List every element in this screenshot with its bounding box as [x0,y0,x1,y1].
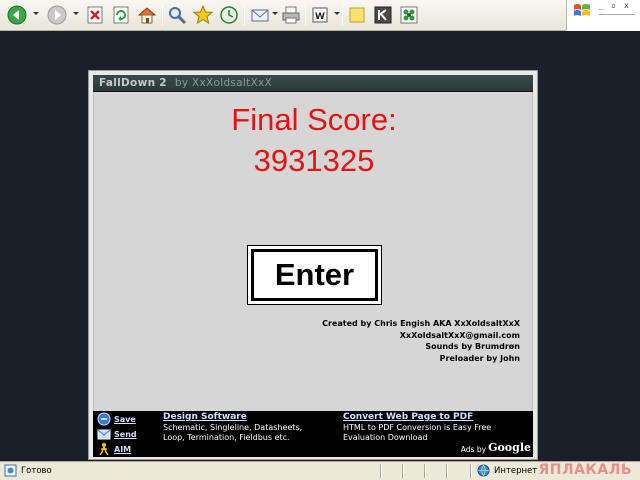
ad-save-link[interactable]: Save [97,412,136,426]
ad-convert-pdf[interactable]: Convert Web Page to PDF HTML to PDF Conv… [343,412,491,443]
status-zone-text: Интернет [494,465,538,476]
page-icon [4,464,17,477]
ads-by-google[interactable]: Ads by Google [461,441,531,454]
favorites-button[interactable] [192,4,214,26]
print-icon [282,6,300,24]
back-button[interactable] [6,4,28,26]
final-score-label: Final Score: [231,102,397,137]
status-zone: Интернет [477,464,537,477]
status-divider [470,464,472,478]
credits: Created by Chris Engish AKA XxXoldsaltXx… [322,318,520,364]
print-button[interactable] [280,4,302,26]
status-divider [446,464,448,478]
credit-line: Sounds by Brumdrøn [425,342,520,351]
forward-dropdown-icon[interactable] [73,12,79,15]
window-logo-area: _ ▫ x [566,0,640,31]
stop-icon [87,6,103,24]
restore-icon[interactable]: ▫ [611,2,620,10]
enter-button-label: Enter [251,249,378,301]
ads-by-label: Ads by [460,445,487,454]
k-button[interactable] [372,4,394,26]
ad-body-line: Schematic, Singleline, Datasheets, [163,423,303,432]
ad-body: HTML to PDF Conversion is Easy Free Eval… [343,423,491,443]
credit-line: Preloader by John [439,353,520,363]
notes-button[interactable] [346,4,368,26]
ad-aim-link[interactable]: AIM [97,442,131,456]
forward-button[interactable] [46,4,68,26]
stop-button[interactable] [84,4,106,26]
game-stage[interactable]: Final Score: 3931325 Enter Created by Ch… [93,92,533,411]
aim-icon [99,443,109,456]
toolbar-separator [305,5,306,25]
messenger-button[interactable] [398,4,420,26]
final-score-value: 3931325 [253,143,375,178]
google-logo: Google [488,441,531,454]
k-icon [374,6,392,24]
game-title: FallDown 2 by XxXoldsaltXxX [99,77,272,89]
minimize-icon[interactable]: _ [599,2,608,10]
credit-line: XxXoldsaltXxX@gmail.com [399,330,520,340]
credit-line: Created by Chris Engish AKA XxXoldsaltXx… [322,319,520,328]
ad-share-links: Save Send AIM [97,411,145,457]
toolbar-separator [244,5,245,25]
history-icon [220,6,238,24]
ad-headline[interactable]: Convert Web Page to PDF [343,412,491,422]
status-divider [380,464,382,478]
address-underline [599,14,635,15]
status-divider [402,464,404,478]
search-button[interactable] [166,4,188,26]
search-icon [169,7,187,25]
favorites-icon [193,5,213,25]
home-button[interactable] [136,4,158,26]
home-icon [137,7,157,24]
enter-button[interactable]: Enter [247,245,382,305]
toolbar-separator [342,5,343,25]
send-icon [97,429,111,440]
game-byline: by XxXoldsaltXxX [174,77,273,89]
ad-body-line: Loop, Termination, Fieldbus etc. [163,433,290,442]
watermark: ЯПЛАКАЛЬ [538,462,632,478]
vertical-scrollbar[interactable] [630,31,640,461]
save-icon [97,412,111,426]
ad-headline[interactable]: Design Software [163,412,302,422]
word-button[interactable]: W [309,4,331,26]
mail-button[interactable] [249,4,271,26]
forward-icon [47,5,67,25]
history-button[interactable] [218,4,240,26]
status-ready: Готово [4,464,52,477]
word-icon: W [312,7,328,23]
game-title-text: FallDown 2 [99,77,167,89]
ad-bar: Save Send AIM Design Software Schematic,… [93,411,533,457]
internet-globe-icon [477,464,490,477]
game-title-bar: FallDown 2 by XxXoldsaltXxX [93,75,533,92]
status-bar: Готово Интернет ЯПЛАКАЛЬ [0,461,640,480]
game-frame: FallDown 2 by XxXoldsaltXxX Final Score:… [88,70,538,460]
status-ready-text: Готово [21,465,52,476]
browser-toolbar: W _ ▫ x [0,0,640,31]
refresh-icon [113,6,129,24]
mail-icon [251,9,269,22]
windows-logo-icon [574,4,590,16]
status-divider [424,464,426,478]
ad-body-line: HTML to PDF Conversion is Easy Free [343,423,492,432]
ad-send-link[interactable]: Send [97,427,137,441]
back-icon [7,5,27,25]
close-icon[interactable]: x [624,2,633,10]
refresh-button[interactable] [110,4,132,26]
svg-text:W: W [315,12,325,22]
back-dropdown-icon[interactable] [33,12,39,15]
toolbar-separator [162,5,163,25]
notes-icon [349,7,365,23]
ad-design-software[interactable]: Design Software Schematic, Singleline, D… [163,412,302,443]
ad-body: Schematic, Singleline, Datasheets, Loop,… [163,423,302,443]
word-dropdown-icon[interactable] [334,12,340,15]
messenger-icon [400,6,418,24]
mail-dropdown-icon[interactable] [272,12,278,15]
